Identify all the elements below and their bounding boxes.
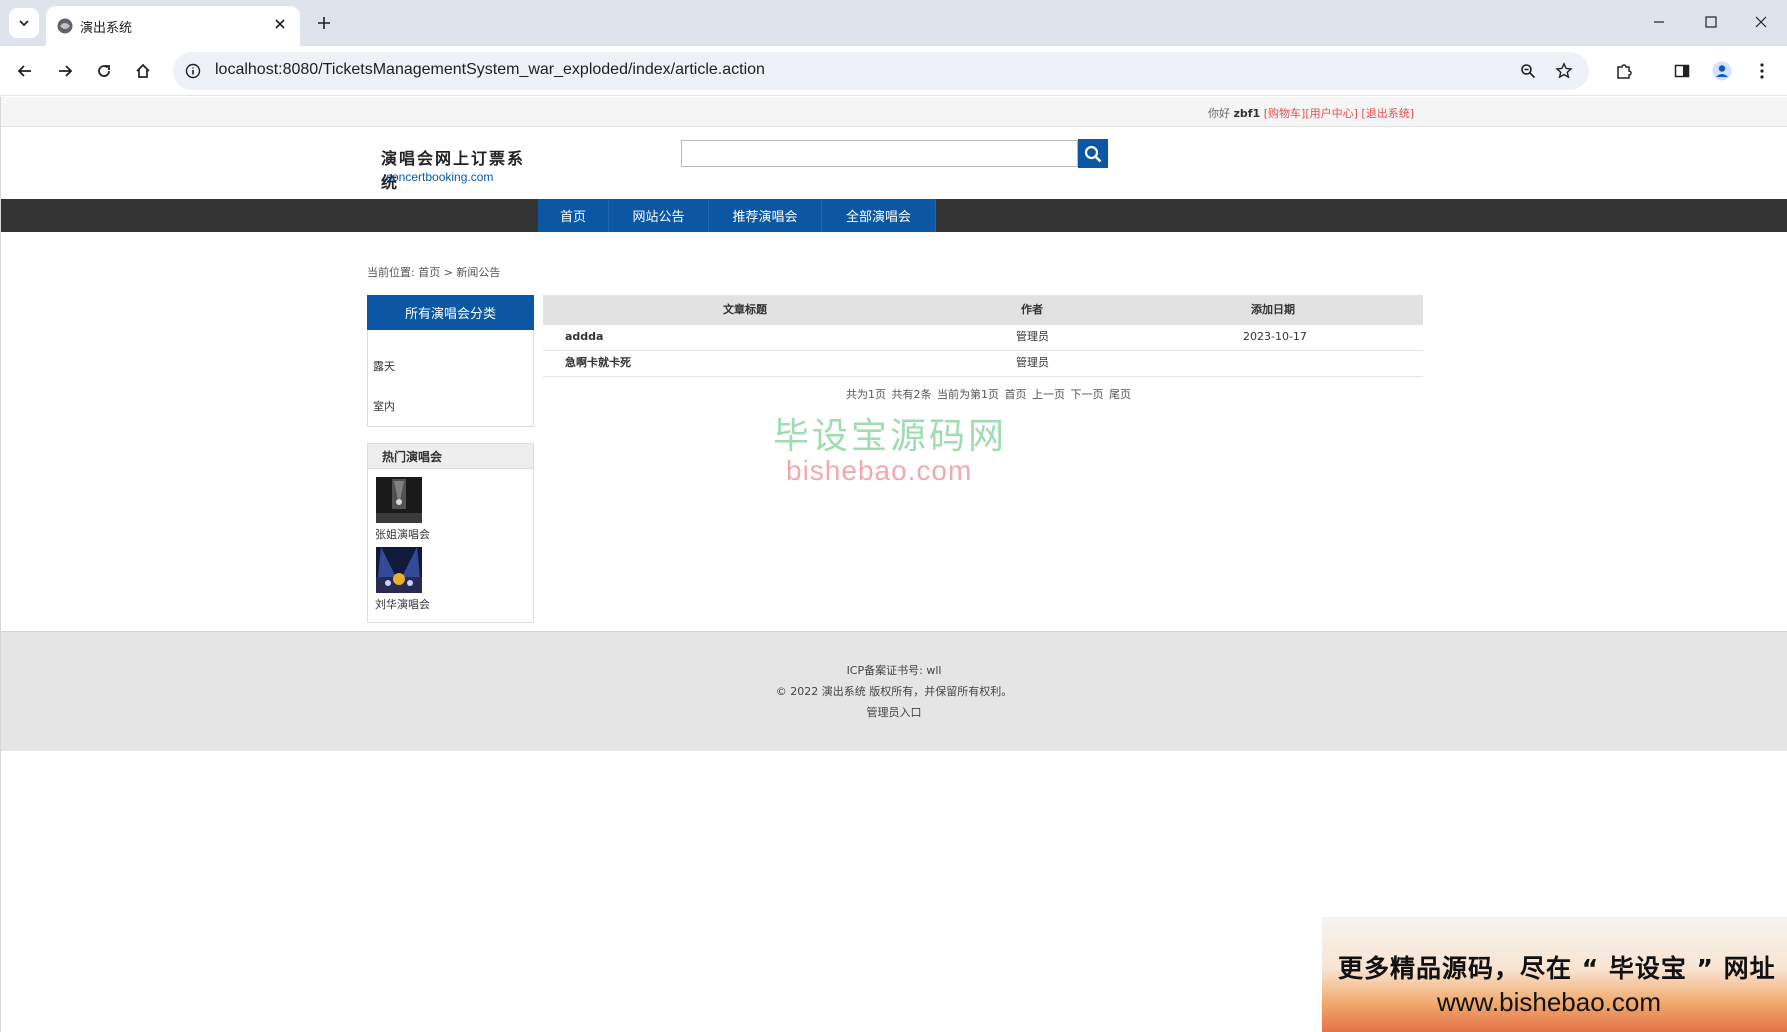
window-close-button[interactable]: [1738, 6, 1784, 38]
tab-title: 演出系统: [80, 21, 133, 36]
pager-total-pages: 共为1页: [846, 388, 886, 401]
extensions-button[interactable]: [1609, 56, 1639, 86]
address-url[interactable]: localhost:8080/TicketsManagementSystem_w…: [215, 61, 765, 79]
browser-toolbar: localhost:8080/TicketsManagementSystem_w…: [0, 46, 1787, 96]
user-topbar: 你好 zbf1 [购物车][用户中心] [退出系统]: [1, 97, 1787, 127]
main-nav: 首页 网站公告 推荐演唱会 全部演唱会: [1, 199, 1787, 232]
chevron-down-icon: [19, 20, 29, 27]
tab-search-button[interactable]: [9, 8, 39, 38]
browser-menu-button[interactable]: [1747, 56, 1777, 86]
col-title: 文章标题: [723, 303, 767, 316]
web-page: 你好 zbf1 [购物车][用户中心] [退出系统] 演唱会网上订票系统 con…: [0, 97, 1787, 1032]
user-greeting: 你好 zbf1 [购物车][用户中心] [退出系统]: [1208, 105, 1414, 121]
site-logo[interactable]: 演唱会网上订票系统 concertbooking.com: [381, 145, 531, 192]
maximize-button[interactable]: [1688, 6, 1734, 38]
tab-close-button[interactable]: [270, 14, 290, 34]
hot-concerts-title: 热门演唱会: [368, 444, 533, 469]
pager-total-items: 共有2条: [891, 388, 932, 401]
logo-text-en: concertbooking.com: [386, 170, 494, 184]
article-title-link[interactable]: addda: [565, 325, 603, 349]
side-panel-icon: [1674, 64, 1690, 78]
category-panel: 所有演唱会分类 露天 室内: [367, 295, 534, 427]
col-author: 作者: [1021, 303, 1043, 316]
username: zbf1: [1233, 107, 1261, 120]
search-button[interactable]: [1078, 139, 1108, 168]
promo-line2: www.bishebao.com: [1437, 987, 1661, 1017]
breadcrumb: 当前位置: 首页 > 新闻公告: [367, 266, 501, 279]
browser-tab-bar: 演出系统: [0, 0, 1787, 46]
back-button[interactable]: [10, 56, 40, 86]
user-center-link[interactable]: [用户中心]: [1305, 107, 1358, 120]
home-icon: [136, 63, 150, 78]
article-author: 管理员: [1016, 330, 1049, 343]
concert-thumbnail[interactable]: [376, 477, 422, 523]
concert-thumbnail[interactable]: [376, 547, 422, 593]
reload-icon: [98, 65, 110, 77]
arrow-left-icon: [17, 65, 31, 77]
footer-icp: ICP备案证书号: wll: [846, 664, 942, 677]
pager-first[interactable]: 首页: [1005, 388, 1027, 401]
plus-icon: [318, 17, 330, 29]
arrow-right-icon: [59, 65, 73, 77]
hot-concerts-panel: 热门演唱会 张姐演唱会 刘华演唱会: [367, 443, 534, 623]
more-vertical-icon: [1760, 63, 1764, 79]
search-icon: [1084, 145, 1102, 162]
pager-prev[interactable]: 上一页: [1032, 388, 1065, 401]
reload-button[interactable]: [89, 56, 119, 86]
minimize-icon: [1654, 21, 1664, 23]
nav-home[interactable]: 首页: [538, 199, 609, 232]
nav-announcements[interactable]: 网站公告: [609, 199, 709, 232]
site-info-icon[interactable]: [183, 61, 203, 81]
close-icon: [275, 19, 285, 29]
puzzle-icon: [1617, 64, 1632, 79]
new-tab-button[interactable]: [312, 11, 336, 35]
pager-next[interactable]: 下一页: [1071, 388, 1104, 401]
greeting-text: 你好: [1208, 107, 1230, 120]
article-date: 2023-10-17: [1243, 330, 1307, 343]
article-title-link[interactable]: 急啊卡就卡死: [565, 351, 631, 375]
category-panel-title: 所有演唱会分类: [367, 295, 534, 330]
nav-all-concerts[interactable]: 全部演唱会: [822, 199, 936, 232]
close-icon: [1755, 16, 1767, 28]
pager-current: 当前为第1页: [937, 388, 999, 401]
promo-banner: 更多精品源码，尽在 “ 毕设宝 ” 网址 : www.bishebao.com: [1322, 917, 1787, 1032]
browser-tab[interactable]: 演出系统: [46, 6, 300, 46]
address-bar[interactable]: localhost:8080/TicketsManagementSystem_w…: [173, 52, 1589, 90]
col-date: 添加日期: [1251, 303, 1295, 316]
article-author: 管理员: [1016, 356, 1049, 369]
article-table: 文章标题 作者 添加日期 addda 管理员 2023-10-17 急啊卡就卡死…: [543, 295, 1423, 377]
home-button[interactable]: [128, 56, 158, 86]
site-header: 演唱会网上订票系统 concertbooking.com: [1, 127, 1787, 199]
category-item[interactable]: 室内: [373, 398, 395, 414]
promo-line1: 更多精品源码，尽在 “ 毕设宝 ” 网址 :: [1338, 954, 1787, 983]
pagination: 共为1页 共有2条 当前为第1页 首页 上一页 下一页 尾页: [846, 386, 1131, 402]
footer-admin-link[interactable]: 管理员入口: [1, 704, 1787, 720]
minimize-button[interactable]: [1636, 6, 1682, 38]
cart-link[interactable]: [购物车]: [1264, 107, 1306, 120]
profile-button[interactable]: [1707, 56, 1737, 86]
concert-caption[interactable]: 张姐演唱会: [375, 526, 430, 542]
nav-recommended[interactable]: 推荐演唱会: [709, 199, 822, 232]
table-header: 文章标题 作者 添加日期: [543, 295, 1423, 325]
watermark-en: bishebao.com: [786, 455, 973, 486]
logo-text-cn: 演唱会网上订票系统: [381, 149, 526, 192]
concert-caption[interactable]: 刘华演唱会: [375, 596, 430, 612]
globe-icon: [57, 18, 73, 34]
site-footer: ICP备案证书号: wll © 2022 演出系统 版权所有，并保留所有权利。 …: [1, 631, 1787, 751]
search-input[interactable]: [681, 140, 1078, 167]
logout-link[interactable]: [退出系统]: [1361, 107, 1414, 120]
watermark-cn: 毕设宝源码网: [773, 416, 1008, 457]
side-panel-button[interactable]: [1667, 56, 1697, 86]
bookmark-star-icon[interactable]: [1553, 60, 1575, 82]
table-row: addda 管理员 2023-10-17: [543, 325, 1423, 351]
category-item[interactable]: 露天: [373, 358, 395, 374]
forward-button[interactable]: [50, 56, 80, 86]
pager-last[interactable]: 尾页: [1109, 388, 1131, 401]
table-row: 急啊卡就卡死 管理员: [543, 351, 1423, 377]
zoom-icon[interactable]: [1517, 60, 1539, 82]
avatar-icon: [1712, 61, 1732, 81]
maximize-icon: [1705, 16, 1717, 28]
footer-copyright: © 2022 演出系统 版权所有，并保留所有权利。: [775, 685, 1013, 698]
